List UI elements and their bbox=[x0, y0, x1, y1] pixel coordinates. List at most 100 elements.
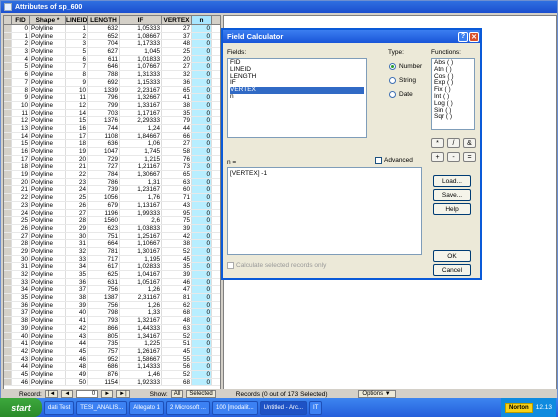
first-record-button[interactable]: |◄ bbox=[44, 390, 59, 398]
column-header[interactable]: IF bbox=[120, 16, 162, 24]
table-row[interactable]: 1 Polyline 2 652 1,08667 37 0 bbox=[4, 32, 220, 41]
table-row[interactable]: 19 Polyline 22 784 1,30667 65 0 bbox=[4, 171, 220, 179]
last-record-button[interactable]: ►| bbox=[116, 390, 130, 398]
table-row[interactable]: 9 Polyline 11 796 1,32667 41 0 bbox=[4, 94, 220, 102]
row-selector[interactable] bbox=[4, 78, 12, 86]
table-row[interactable]: 28 Polyline 31 664 1,10667 38 0 bbox=[4, 240, 220, 248]
taskbar-button[interactable]: 100 [modalit... bbox=[211, 400, 258, 415]
dialog-titlebar[interactable]: Field Calculator ? ✕ bbox=[223, 30, 480, 43]
row-selector[interactable] bbox=[4, 209, 12, 217]
table-row[interactable]: 0 Polyline 1 632 1,05333 27 0 bbox=[4, 25, 220, 33]
table-row[interactable]: 22 Polyline 25 1056 1,76 71 0 bbox=[4, 194, 220, 202]
minus-button[interactable]: - bbox=[447, 152, 460, 162]
row-selector[interactable] bbox=[4, 94, 12, 101]
table-row[interactable]: 21 Polyline 24 739 1,23167 60 0 bbox=[4, 186, 220, 195]
field-item[interactable]: VERTEX bbox=[230, 86, 364, 94]
row-selector[interactable] bbox=[4, 301, 12, 309]
field-item[interactable]: LENGTH bbox=[230, 73, 364, 81]
row-selector[interactable] bbox=[4, 63, 12, 71]
load-button[interactable]: Load... bbox=[433, 175, 471, 187]
show-selected-button[interactable]: Selected bbox=[186, 390, 216, 398]
table-row[interactable]: 24 Polyline 27 1196 1,99333 95 0 bbox=[4, 209, 220, 218]
table-row[interactable]: 8 Polyline 10 1339 2,23167 65 0 bbox=[4, 86, 220, 95]
table-row[interactable]: 20 Polyline 23 786 1,31 63 0 bbox=[4, 178, 220, 187]
expression-input[interactable]: [VERTEX] -1 bbox=[227, 167, 422, 255]
taskbar-button[interactable]: TESI_ANALIS... bbox=[76, 400, 128, 415]
options-button[interactable]: Options ▼ bbox=[357, 390, 396, 398]
record-number-field[interactable]: 0 bbox=[76, 390, 99, 398]
row-selector[interactable] bbox=[4, 201, 12, 209]
equals-button[interactable]: = bbox=[463, 152, 476, 162]
table-row[interactable]: 16 Polyline 19 1047 1,745 58 0 bbox=[4, 148, 220, 156]
row-selector[interactable] bbox=[4, 355, 12, 363]
row-selector[interactable] bbox=[4, 309, 12, 317]
table-row[interactable]: 36 Polyline 39 756 1,26 62 0 bbox=[4, 301, 220, 310]
column-header[interactable]: Shape * bbox=[30, 16, 66, 24]
functions-list[interactable]: Abs ( ) Atn ( ) Cos ( ) Exp ( ) Fix ( ) Int (… bbox=[431, 58, 475, 130]
row-selector[interactable] bbox=[4, 217, 12, 224]
column-header[interactable]: VERTEX bbox=[162, 16, 192, 24]
row-selector[interactable] bbox=[4, 263, 12, 270]
row-selector[interactable] bbox=[4, 232, 12, 240]
row-selector[interactable] bbox=[4, 194, 12, 201]
table-row[interactable]: 14 Polyline 17 1108 1,84667 66 0 bbox=[4, 132, 220, 141]
plus-button[interactable]: + bbox=[431, 152, 444, 162]
type-string-radio[interactable]: String bbox=[389, 77, 416, 84]
help-button[interactable]: Help bbox=[433, 203, 471, 215]
row-selector[interactable] bbox=[4, 117, 12, 124]
row-selector[interactable] bbox=[4, 370, 12, 378]
divide-button[interactable]: / bbox=[447, 138, 460, 148]
table-row[interactable]: 30 Polyline 33 717 1,195 45 0 bbox=[4, 255, 220, 264]
table-row[interactable]: 31 Polyline 34 617 1,02833 35 0 bbox=[4, 263, 220, 271]
row-selector[interactable] bbox=[4, 340, 12, 347]
table-row[interactable]: 39 Polyline 42 866 1,44333 63 0 bbox=[4, 324, 220, 333]
row-selector[interactable] bbox=[4, 155, 12, 163]
type-number-radio[interactable]: Number bbox=[389, 63, 422, 70]
column-header[interactable]: FID bbox=[12, 16, 30, 24]
taskbar-button[interactable]: Allegato 1 bbox=[129, 400, 164, 415]
field-item[interactable]: n bbox=[230, 93, 364, 101]
table-row[interactable]: 25 Polyline 28 1560 2,6 75 0 bbox=[4, 217, 220, 225]
table-row[interactable]: 13 Polyline 16 744 1,24 44 0 bbox=[4, 124, 220, 133]
cancel-button[interactable]: Cancel bbox=[433, 264, 471, 276]
row-selector[interactable] bbox=[4, 255, 12, 263]
row-selector[interactable] bbox=[4, 278, 12, 286]
close-icon[interactable]: ✕ bbox=[469, 31, 479, 42]
prev-record-button[interactable]: ◄ bbox=[61, 390, 74, 398]
fields-list[interactable]: FID LINEID LENGTH IF VERTEX n bbox=[227, 58, 367, 138]
row-selector[interactable] bbox=[4, 163, 12, 171]
row-selector[interactable] bbox=[4, 132, 12, 140]
table-row[interactable]: 12 Polyline 15 1376 2,29333 79 0 bbox=[4, 117, 220, 125]
row-selector[interactable] bbox=[4, 324, 12, 332]
table-row[interactable]: 27 Polyline 30 751 1,25167 42 0 bbox=[4, 232, 220, 241]
table-row[interactable]: 26 Polyline 29 623 1,03833 39 0 bbox=[4, 224, 220, 233]
advanced-checkbox[interactable]: Advanced bbox=[375, 157, 413, 164]
column-header[interactable]: LINEID bbox=[66, 16, 88, 24]
row-selector[interactable] bbox=[4, 247, 12, 255]
table-row[interactable]: 29 Polyline 32 781 1,30167 52 0 bbox=[4, 247, 220, 256]
save-button[interactable]: Save... bbox=[433, 189, 471, 201]
table-row[interactable]: 38 Polyline 41 793 1,32167 48 0 bbox=[4, 317, 220, 325]
calc-selected-checkbox[interactable]: Calculate selected records only bbox=[227, 262, 326, 269]
table-row[interactable]: 41 Polyline 44 735 1,225 51 0 bbox=[4, 340, 220, 348]
table-row[interactable]: 5 Polyline 7 646 1,07667 27 0 bbox=[4, 63, 220, 72]
row-selector[interactable] bbox=[4, 178, 12, 186]
row-selector[interactable] bbox=[4, 171, 12, 178]
row-selector[interactable] bbox=[4, 71, 12, 78]
show-all-button[interactable]: All bbox=[170, 390, 184, 398]
column-header[interactable]: LENGTH bbox=[88, 16, 120, 24]
row-selector[interactable] bbox=[4, 40, 12, 48]
norton-icon[interactable]: Norton bbox=[505, 402, 533, 413]
row-selector[interactable] bbox=[4, 332, 12, 340]
taskbar-button[interactable]: dati Test bbox=[44, 400, 75, 415]
row-selector[interactable] bbox=[4, 32, 12, 40]
taskbar-button[interactable]: 2 Microsoft ... bbox=[165, 400, 210, 415]
row-selector[interactable] bbox=[4, 86, 12, 94]
window-titlebar[interactable]: Attributes of sp_600 bbox=[1, 1, 557, 13]
row-selector[interactable] bbox=[4, 140, 12, 147]
table-row[interactable]: 40 Polyline 43 805 1,34167 52 0 bbox=[4, 332, 220, 341]
type-date-radio[interactable]: Date bbox=[389, 91, 413, 98]
help-icon[interactable]: ? bbox=[458, 31, 468, 42]
table-row[interactable]: 2 Polyline 3 704 1,17333 48 0 bbox=[4, 40, 220, 49]
table-row[interactable]: 15 Polyline 18 636 1,06 27 0 bbox=[4, 140, 220, 148]
